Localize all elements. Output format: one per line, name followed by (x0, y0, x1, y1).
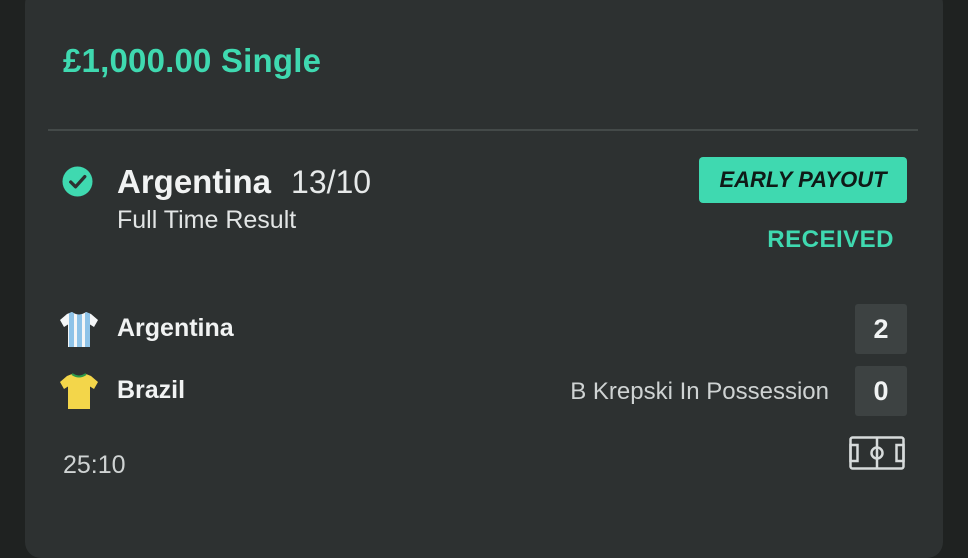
pitch-icon[interactable] (849, 436, 905, 470)
home-team-name: Argentina (117, 314, 234, 342)
market-name: Full Time Result (117, 206, 297, 234)
away-team-row: Brazil B Krepski In Possession 0 (59, 366, 907, 416)
selection-odds: 13/10 (291, 164, 372, 200)
check-circle-icon (62, 166, 93, 197)
brazil-shirt-icon (60, 373, 98, 409)
away-score: 0 (855, 366, 907, 416)
home-team-row: Argentina 2 (59, 304, 907, 354)
bet-title: £1,000.00 Single (63, 42, 322, 79)
argentina-shirt-icon (60, 312, 98, 347)
divider (48, 129, 918, 131)
payout-status: RECEIVED (767, 226, 894, 253)
selection: Argentina 13/10 (117, 163, 371, 201)
selection-name: Argentina (117, 163, 272, 200)
early-payout-badge[interactable]: EARLY PAYOUT (699, 157, 907, 203)
away-team-name: Brazil (117, 376, 186, 404)
live-status: B Krepski In Possession (570, 378, 829, 405)
bet-card: £1,000.00 Single Argentina 13/10 Full Tim… (25, 0, 943, 558)
home-score: 2 (855, 304, 907, 354)
match-clock: 25:10 (63, 451, 126, 479)
